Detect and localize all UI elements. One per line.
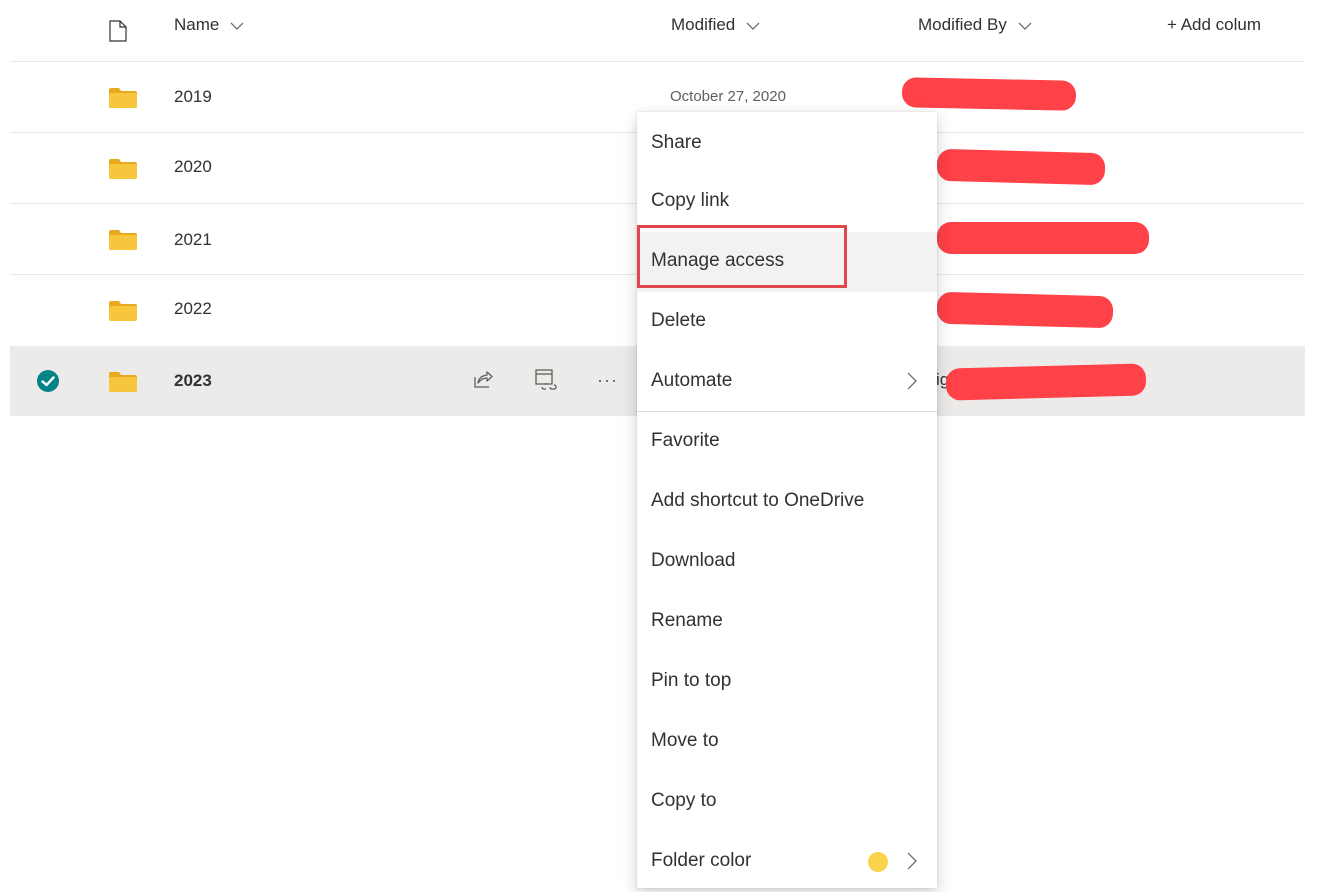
menu-item-label: Add shortcut to OneDrive	[651, 490, 865, 511]
menu-item-label: Pin to top	[651, 670, 732, 691]
menu-item-favorite[interactable]: Favorite	[637, 412, 937, 472]
share-icon[interactable]	[472, 368, 494, 395]
menu-item-share[interactable]: Share	[637, 112, 937, 172]
redaction-mark	[936, 148, 1106, 186]
add-column-button[interactable]: + Add colum	[1167, 15, 1261, 35]
redaction-mark	[937, 222, 1149, 254]
menu-item-copy-to[interactable]: Copy to	[637, 772, 937, 832]
menu-item-label: Copy link	[651, 190, 730, 211]
folder-icon	[109, 88, 137, 108]
add-column-label: + Add colum	[1167, 15, 1262, 34]
modified-date: October 27, 2020	[670, 88, 786, 105]
menu-item-add-shortcut[interactable]: Add shortcut to OneDrive	[637, 472, 937, 532]
menu-item-label: Favorite	[651, 430, 720, 451]
column-header-modified[interactable]: Modified	[671, 15, 760, 36]
column-header-modified-by[interactable]: Modified By	[918, 15, 1032, 36]
redaction-mark	[901, 77, 1077, 111]
more-options-icon[interactable]: ···	[597, 370, 618, 391]
menu-item-pin-to-top[interactable]: Pin to top	[637, 652, 937, 712]
menu-item-copy-link[interactable]: Copy link	[637, 172, 937, 232]
file-name[interactable]: 2019	[174, 87, 212, 107]
column-header-name-label: Name	[174, 15, 220, 34]
chevron-down-icon	[230, 16, 244, 36]
file-name[interactable]: 2020	[174, 157, 212, 177]
copy-link-icon[interactable]	[534, 368, 558, 397]
menu-item-label: Delete	[651, 310, 706, 331]
file-name[interactable]: 2022	[174, 299, 212, 319]
file-name[interactable]: 2021	[174, 230, 212, 250]
menu-item-label: Folder color	[651, 850, 752, 871]
column-header-modified-label: Modified	[671, 15, 736, 34]
color-swatch	[868, 852, 888, 872]
redaction-mark	[945, 363, 1147, 401]
menu-item-folder-color[interactable]: Folder color	[637, 832, 937, 892]
column-header-name[interactable]: Name	[174, 15, 244, 36]
folder-icon	[109, 301, 137, 321]
menu-item-automate[interactable]: Automate	[637, 352, 937, 412]
check-circle-icon[interactable]	[36, 369, 60, 398]
redaction-mark	[936, 291, 1114, 329]
menu-item-rename[interactable]: Rename	[637, 592, 937, 652]
chevron-right-icon	[907, 372, 917, 395]
folder-icon	[109, 159, 137, 179]
menu-item-download[interactable]: Download	[637, 532, 937, 592]
file-name[interactable]: 2023	[174, 371, 212, 391]
menu-item-delete[interactable]: Delete	[637, 292, 937, 352]
folder-icon	[109, 372, 137, 392]
highlight-box	[637, 225, 847, 288]
menu-item-move-to[interactable]: Move to	[637, 712, 937, 772]
menu-item-label: Copy to	[651, 790, 717, 811]
chevron-down-icon	[1018, 16, 1032, 36]
menu-item-label: Download	[651, 550, 736, 571]
menu-item-label: Share	[651, 132, 702, 153]
menu-item-label: Move to	[651, 730, 719, 751]
menu-item-label: Automate	[651, 370, 733, 391]
menu-item-label: Rename	[651, 610, 723, 631]
chevron-down-icon	[746, 16, 760, 36]
file-type-icon[interactable]	[109, 20, 127, 47]
folder-icon	[109, 230, 137, 250]
chevron-right-icon	[907, 852, 917, 875]
column-header-modified-by-label: Modified By	[918, 15, 1007, 34]
